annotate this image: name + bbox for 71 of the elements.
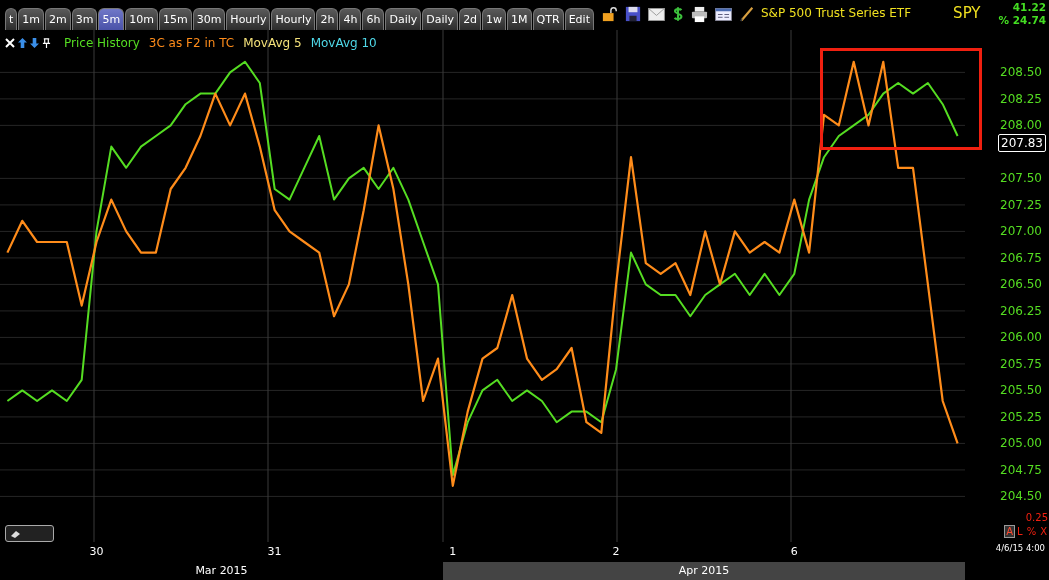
timeframe-tab[interactable]: 5m [98, 8, 125, 30]
date-label: 30 [89, 545, 104, 558]
timestamp: 4/6/15 4:00 [995, 543, 1045, 553]
close-icon[interactable] [5, 38, 15, 48]
percent-value: % 24.74 [998, 14, 1046, 27]
instrument-name: S&P 500 Trust Series ETF [760, 6, 912, 20]
timeframe-tab[interactable]: t [5, 8, 18, 30]
change-value: 41.22 [1012, 1, 1046, 14]
timeframe-tab[interactable]: 30m [192, 8, 226, 30]
timeframe-tab[interactable]: 10m [125, 8, 158, 30]
axis-label: 206.00 [1000, 329, 1042, 346]
up-arrow-icon[interactable] [18, 38, 27, 48]
printer-icon[interactable] [690, 5, 708, 23]
scale-button[interactable]: % [1025, 526, 1038, 537]
legend-label[interactable]: 3C as F2 in TC [148, 36, 235, 50]
month-label: Apr 2015 [443, 562, 965, 580]
legend-label[interactable]: MovAvg 5 [243, 36, 302, 50]
date-label: 31 [267, 545, 282, 558]
timeframe-tab[interactable]: 2m [45, 8, 71, 30]
price-tag: 207.83 [998, 134, 1046, 153]
save-icon[interactable] [624, 6, 641, 22]
axis-label: 208.00 [1000, 117, 1042, 134]
timeframe-tab[interactable]: 1w [482, 8, 507, 30]
scale-reading: 0.25 [1025, 512, 1048, 523]
axis-label: 208.50 [1000, 64, 1042, 81]
axis-label: 204.50 [1000, 488, 1042, 505]
month-label: Mar 2015 [194, 563, 249, 579]
ticker-symbol: SPY [953, 4, 981, 22]
timeframe-tab[interactable]: 3m [71, 8, 98, 30]
timeframe-tab[interactable]: Daily [385, 8, 422, 30]
legend-label[interactable]: MovAvg 10 [310, 36, 377, 50]
mail-icon[interactable] [647, 7, 665, 21]
axis-label: 207.50 [1000, 170, 1042, 187]
pin-icon[interactable] [42, 38, 51, 48]
down-arrow-icon[interactable] [30, 38, 39, 48]
eraser-icon [10, 528, 22, 539]
axis-label: 206.25 [1000, 302, 1042, 319]
eraser-button[interactable] [5, 525, 54, 542]
pencil-icon[interactable] [738, 6, 755, 22]
timeframe-tab[interactable]: Hourly [226, 8, 271, 30]
scale-button[interactable]: L [1016, 526, 1024, 537]
timeframe-tab[interactable]: QTR [532, 8, 564, 30]
date-label: 2 [612, 545, 620, 558]
lock-icon[interactable] [601, 6, 618, 22]
timeframe-tab[interactable]: Daily [422, 8, 459, 30]
axis-label: 205.00 [1000, 435, 1042, 452]
axis-label: 205.75 [1000, 355, 1042, 372]
axis-label: 208.25 [1000, 90, 1042, 107]
axis-label: 207.25 [1000, 196, 1042, 213]
axis-label: 205.25 [1000, 408, 1042, 425]
scale-button[interactable]: A [1005, 526, 1015, 537]
timeframe-tab[interactable]: Hourly [271, 8, 316, 30]
timeframe-tab[interactable]: 2h [316, 8, 339, 30]
axis-label: 206.50 [1000, 276, 1042, 293]
timeframe-tab[interactable]: 4h [339, 8, 362, 30]
date-label: 1 [449, 545, 457, 558]
legend-label[interactable]: Price History [64, 36, 140, 50]
axis-label: 205.50 [1000, 382, 1042, 399]
axis-label: 204.75 [1000, 461, 1042, 478]
axis-label: 206.75 [1000, 249, 1042, 266]
timeframe-tab[interactable]: 1M [507, 8, 532, 30]
timeframe-tab[interactable]: 2d [459, 8, 482, 30]
dollar-icon[interactable] [671, 6, 684, 22]
form-icon[interactable] [714, 7, 732, 21]
timeframe-tab[interactable]: 6h [362, 8, 385, 30]
timeframe-tab[interactable]: Edit [564, 8, 594, 30]
timeframe-tab[interactable]: 15m [158, 8, 192, 30]
scale-button[interactable]: X [1039, 526, 1048, 537]
timeframe-tab[interactable]: 1m [18, 8, 45, 30]
axis-label: 207.00 [1000, 223, 1042, 240]
date-label: 6 [790, 545, 798, 558]
